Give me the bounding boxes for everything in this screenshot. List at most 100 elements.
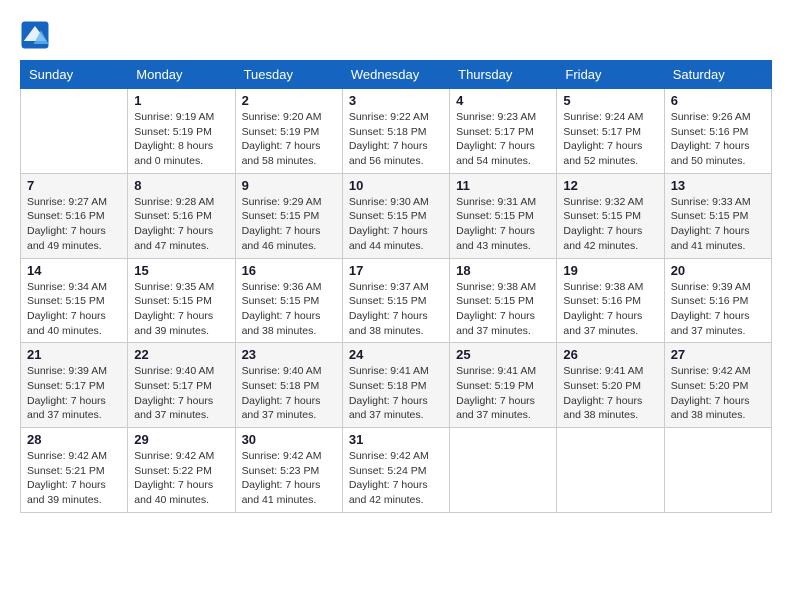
calendar-cell: 16 Sunrise: 9:36 AMSunset: 5:15 PMDayligh…	[235, 258, 342, 343]
day-info: Sunrise: 9:30 AMSunset: 5:15 PMDaylight:…	[349, 195, 443, 254]
calendar-week-row: 28 Sunrise: 9:42 AMSunset: 5:21 PMDayligh…	[21, 428, 772, 513]
calendar-cell: 13 Sunrise: 9:33 AMSunset: 5:15 PMDayligh…	[664, 173, 771, 258]
calendar-cell	[557, 428, 664, 513]
calendar-header-tuesday: Tuesday	[235, 61, 342, 89]
day-info: Sunrise: 9:19 AMSunset: 5:19 PMDaylight:…	[134, 110, 228, 169]
day-number: 19	[563, 263, 657, 278]
day-info: Sunrise: 9:29 AMSunset: 5:15 PMDaylight:…	[242, 195, 336, 254]
day-number: 20	[671, 263, 765, 278]
page-header	[20, 20, 772, 50]
day-info: Sunrise: 9:35 AMSunset: 5:15 PMDaylight:…	[134, 280, 228, 339]
calendar-cell: 3 Sunrise: 9:22 AMSunset: 5:18 PMDaylight…	[342, 89, 449, 174]
day-info: Sunrise: 9:41 AMSunset: 5:19 PMDaylight:…	[456, 364, 550, 423]
day-number: 4	[456, 93, 550, 108]
calendar-cell: 7 Sunrise: 9:27 AMSunset: 5:16 PMDaylight…	[21, 173, 128, 258]
day-info: Sunrise: 9:37 AMSunset: 5:15 PMDaylight:…	[349, 280, 443, 339]
calendar-week-row: 1 Sunrise: 9:19 AMSunset: 5:19 PMDaylight…	[21, 89, 772, 174]
day-info: Sunrise: 9:39 AMSunset: 5:16 PMDaylight:…	[671, 280, 765, 339]
day-number: 1	[134, 93, 228, 108]
calendar-table: SundayMondayTuesdayWednesdayThursdayFrid…	[20, 60, 772, 513]
day-number: 12	[563, 178, 657, 193]
day-info: Sunrise: 9:41 AMSunset: 5:20 PMDaylight:…	[563, 364, 657, 423]
day-info: Sunrise: 9:22 AMSunset: 5:18 PMDaylight:…	[349, 110, 443, 169]
day-info: Sunrise: 9:42 AMSunset: 5:24 PMDaylight:…	[349, 449, 443, 508]
day-info: Sunrise: 9:39 AMSunset: 5:17 PMDaylight:…	[27, 364, 121, 423]
calendar-cell: 10Sunrise: 9:30 AMSunset: 5:15 PMDayligh…	[342, 173, 449, 258]
calendar-cell: 11Sunrise: 9:31 AMSunset: 5:15 PMDayligh…	[450, 173, 557, 258]
calendar-cell: 5 Sunrise: 9:24 AMSunset: 5:17 PMDaylight…	[557, 89, 664, 174]
calendar-cell: 1 Sunrise: 9:19 AMSunset: 5:19 PMDaylight…	[128, 89, 235, 174]
calendar-cell: 18 Sunrise: 9:38 AMSunset: 5:15 PMDayligh…	[450, 258, 557, 343]
day-number: 27	[671, 347, 765, 362]
calendar-body: 1 Sunrise: 9:19 AMSunset: 5:19 PMDaylight…	[21, 89, 772, 513]
day-number: 11	[456, 178, 550, 193]
day-number: 3	[349, 93, 443, 108]
calendar-cell	[664, 428, 771, 513]
calendar-cell: 14 Sunrise: 9:34 AMSunset: 5:15 PMDayligh…	[21, 258, 128, 343]
calendar-cell: 31 Sunrise: 9:42 AMSunset: 5:24 PMDayligh…	[342, 428, 449, 513]
day-info: Sunrise: 9:42 AMSunset: 5:20 PMDaylight:…	[671, 364, 765, 423]
calendar-cell: 17Sunrise: 9:37 AMSunset: 5:15 PMDayligh…	[342, 258, 449, 343]
calendar-cell: 23 Sunrise: 9:40 AMSunset: 5:18 PMDayligh…	[235, 343, 342, 428]
day-info: Sunrise: 9:20 AMSunset: 5:19 PMDaylight:…	[242, 110, 336, 169]
day-info: Sunrise: 9:40 AMSunset: 5:17 PMDaylight:…	[134, 364, 228, 423]
calendar-header-sunday: Sunday	[21, 61, 128, 89]
calendar-cell: 26Sunrise: 9:41 AMSunset: 5:20 PMDayligh…	[557, 343, 664, 428]
calendar-week-row: 7 Sunrise: 9:27 AMSunset: 5:16 PMDaylight…	[21, 173, 772, 258]
calendar-cell: 2 Sunrise: 9:20 AMSunset: 5:19 PMDaylight…	[235, 89, 342, 174]
calendar-cell: 27 Sunrise: 9:42 AMSunset: 5:20 PMDayligh…	[664, 343, 771, 428]
calendar-cell: 15 Sunrise: 9:35 AMSunset: 5:15 PMDayligh…	[128, 258, 235, 343]
day-number: 6	[671, 93, 765, 108]
day-info: Sunrise: 9:36 AMSunset: 5:15 PMDaylight:…	[242, 280, 336, 339]
day-info: Sunrise: 9:38 AMSunset: 5:16 PMDaylight:…	[563, 280, 657, 339]
day-number: 16	[242, 263, 336, 278]
day-number: 7	[27, 178, 121, 193]
day-number: 14	[27, 263, 121, 278]
calendar-header-saturday: Saturday	[664, 61, 771, 89]
calendar-cell: 25 Sunrise: 9:41 AMSunset: 5:19 PMDayligh…	[450, 343, 557, 428]
logo-icon	[20, 20, 50, 50]
day-number: 23	[242, 347, 336, 362]
day-number: 25	[456, 347, 550, 362]
day-number: 9	[242, 178, 336, 193]
day-number: 15	[134, 263, 228, 278]
day-number: 18	[456, 263, 550, 278]
day-number: 13	[671, 178, 765, 193]
calendar-cell: 29Sunrise: 9:42 AMSunset: 5:22 PMDayligh…	[128, 428, 235, 513]
day-info: Sunrise: 9:26 AMSunset: 5:16 PMDaylight:…	[671, 110, 765, 169]
day-info: Sunrise: 9:34 AMSunset: 5:15 PMDaylight:…	[27, 280, 121, 339]
day-info: Sunrise: 9:23 AMSunset: 5:17 PMDaylight:…	[456, 110, 550, 169]
day-info: Sunrise: 9:40 AMSunset: 5:18 PMDaylight:…	[242, 364, 336, 423]
day-number: 5	[563, 93, 657, 108]
calendar-cell: 8Sunrise: 9:28 AMSunset: 5:16 PMDaylight…	[128, 173, 235, 258]
day-number: 21	[27, 347, 121, 362]
day-number: 8	[134, 178, 228, 193]
day-number: 22	[134, 347, 228, 362]
calendar-header-wednesday: Wednesday	[342, 61, 449, 89]
day-info: Sunrise: 9:24 AMSunset: 5:17 PMDaylight:…	[563, 110, 657, 169]
calendar-cell: 4 Sunrise: 9:23 AMSunset: 5:17 PMDaylight…	[450, 89, 557, 174]
day-info: Sunrise: 9:33 AMSunset: 5:15 PMDaylight:…	[671, 195, 765, 254]
calendar-cell: 20 Sunrise: 9:39 AMSunset: 5:16 PMDayligh…	[664, 258, 771, 343]
calendar-header-monday: Monday	[128, 61, 235, 89]
calendar-cell	[450, 428, 557, 513]
calendar-cell: 22 Sunrise: 9:40 AMSunset: 5:17 PMDayligh…	[128, 343, 235, 428]
calendar-cell: 9 Sunrise: 9:29 AMSunset: 5:15 PMDaylight…	[235, 173, 342, 258]
calendar-header-thursday: Thursday	[450, 61, 557, 89]
day-info: Sunrise: 9:42 AMSunset: 5:23 PMDaylight:…	[242, 449, 336, 508]
day-number: 31	[349, 432, 443, 447]
day-info: Sunrise: 9:27 AMSunset: 5:16 PMDaylight:…	[27, 195, 121, 254]
calendar-cell: 24 Sunrise: 9:41 AMSunset: 5:18 PMDayligh…	[342, 343, 449, 428]
day-info: Sunrise: 9:42 AMSunset: 5:21 PMDaylight:…	[27, 449, 121, 508]
day-info: Sunrise: 9:41 AMSunset: 5:18 PMDaylight:…	[349, 364, 443, 423]
day-number: 24	[349, 347, 443, 362]
calendar-cell: 30Sunrise: 9:42 AMSunset: 5:23 PMDayligh…	[235, 428, 342, 513]
day-info: Sunrise: 9:42 AMSunset: 5:22 PMDaylight:…	[134, 449, 228, 508]
day-number: 2	[242, 93, 336, 108]
day-number: 28	[27, 432, 121, 447]
calendar-cell: 28 Sunrise: 9:42 AMSunset: 5:21 PMDayligh…	[21, 428, 128, 513]
calendar-header-friday: Friday	[557, 61, 664, 89]
day-info: Sunrise: 9:32 AMSunset: 5:15 PMDaylight:…	[563, 195, 657, 254]
calendar-cell: 6 Sunrise: 9:26 AMSunset: 5:16 PMDaylight…	[664, 89, 771, 174]
day-info: Sunrise: 9:38 AMSunset: 5:15 PMDaylight:…	[456, 280, 550, 339]
